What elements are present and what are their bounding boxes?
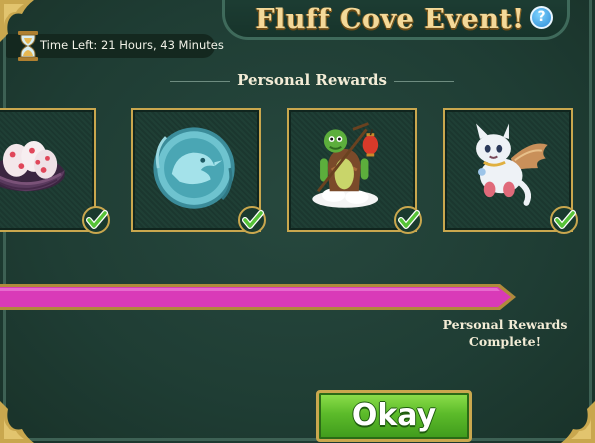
- corner-ornament-icon: [561, 401, 595, 443]
- hourglass-icon: [18, 31, 38, 61]
- checkmark-icon: [82, 206, 110, 234]
- section-title: Personal Rewards: [237, 71, 387, 89]
- progress-bar: [0, 284, 516, 310]
- frame-border-bottom: [0, 438, 595, 441]
- frame-border-right: [589, 0, 592, 443]
- egg-nest-icon: [0, 140, 65, 192]
- time-left-text: Time Left: 21 Hours, 43 Minutes: [40, 38, 224, 52]
- checkmark-icon: [238, 206, 266, 234]
- progress-status-line1: Personal Rewards: [442, 317, 568, 332]
- corner-ornament-icon: [0, 401, 34, 443]
- checkmark-icon: [550, 206, 578, 234]
- progress-status-label: Personal Rewards Complete!: [438, 316, 572, 350]
- dialog-title: Fluff Cove Event!: [255, 4, 525, 35]
- checkmark-icon: [394, 206, 422, 234]
- progress-status-line2: Complete!: [468, 334, 542, 349]
- okay-button-label: Okay: [351, 398, 437, 433]
- event-dialog: Fluff Cove Event! ? Time Left: 21 Hours,…: [0, 0, 595, 443]
- question-mark-icon[interactable]: ?: [530, 6, 553, 29]
- okay-button[interactable]: Okay: [316, 390, 472, 442]
